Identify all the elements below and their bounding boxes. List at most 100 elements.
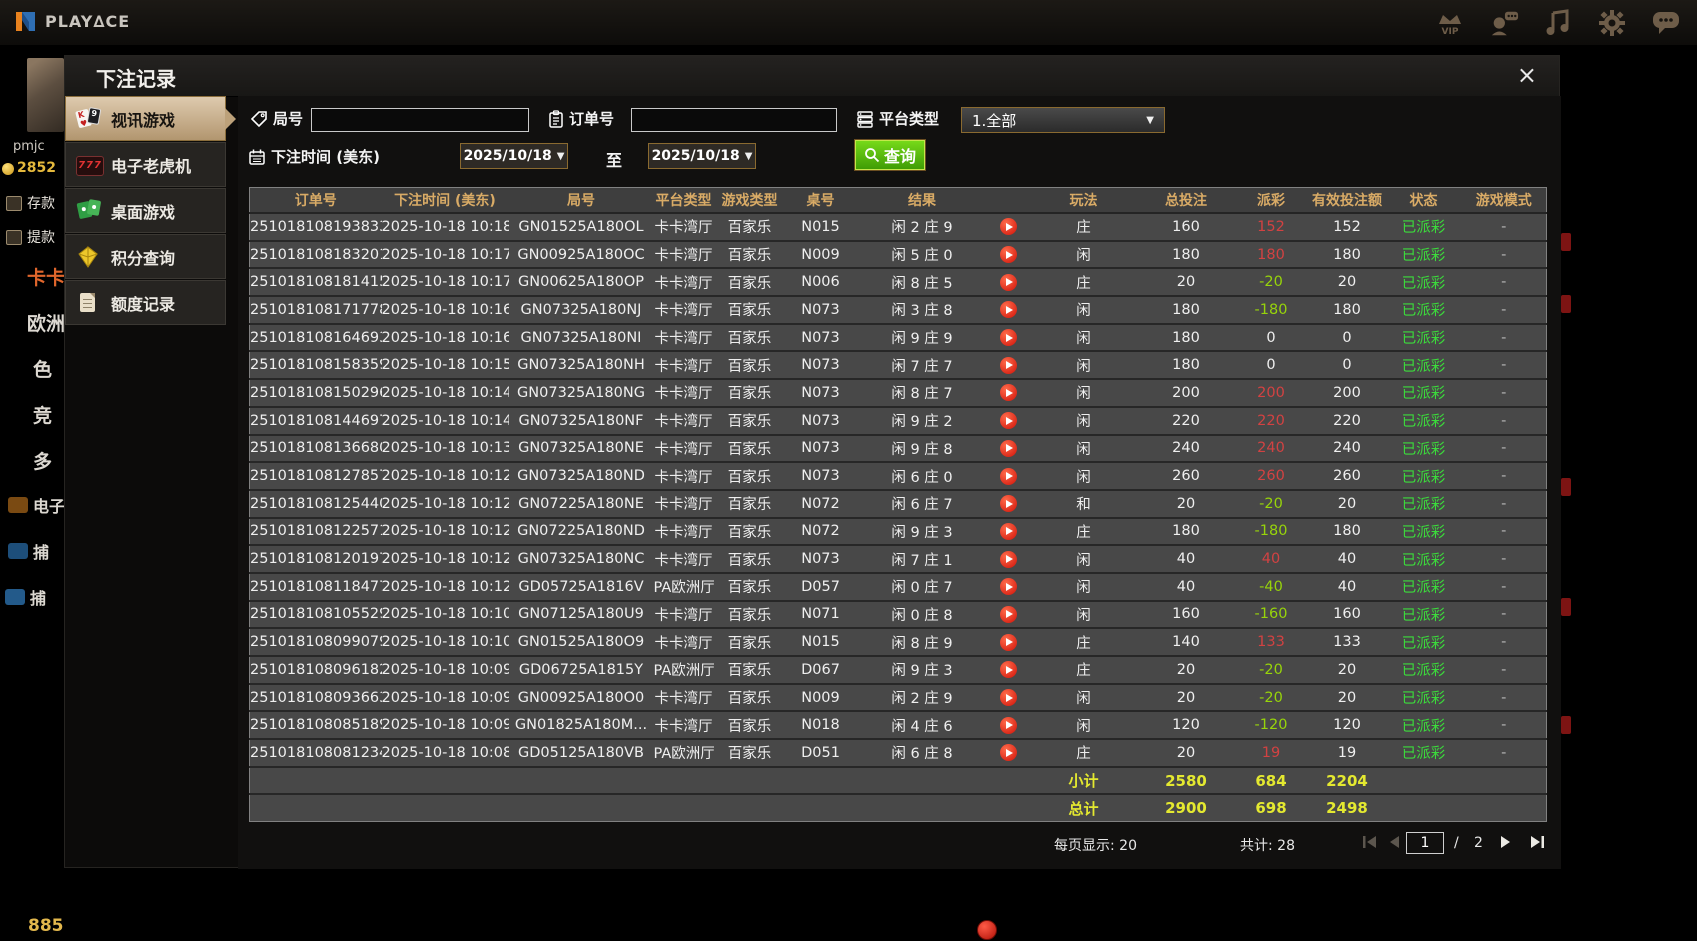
play-video-button[interactable] <box>1000 467 1017 485</box>
bet-table-row: 251018108193833 2025-10-18 10:18:32 GN01… <box>249 212 1547 241</box>
play-video-button[interactable] <box>1000 578 1017 596</box>
cell-table-number: N073 <box>785 295 856 324</box>
current-page-input[interactable]: 1 <box>1406 832 1444 854</box>
tab-slots[interactable]: 777 电子老虎机 <box>65 142 226 187</box>
category-se[interactable]: 色 <box>33 355 52 382</box>
messages-icon[interactable] <box>1651 7 1681 39</box>
calendar-icon <box>249 149 265 165</box>
cell-table-number: N073 <box>785 433 856 463</box>
cell-table-number: D051 <box>785 738 856 767</box>
date-from-picker[interactable]: 2025/10/18 ▼ <box>460 143 568 169</box>
category-kaka[interactable]: 卡卡 <box>27 263 64 290</box>
cell-table-number: N072 <box>785 516 856 546</box>
play-video-button[interactable] <box>1000 689 1017 707</box>
cell-valid-bet: 120 <box>1308 710 1386 740</box>
platform-filter-label-group: 平台类型 <box>856 108 939 129</box>
deposit-label: 存款 <box>27 196 55 212</box>
cell-game-type: 百家乐 <box>713 738 786 767</box>
play-icon <box>1006 222 1013 231</box>
category-jing[interactable]: 竞 <box>33 401 52 428</box>
next-page-icon[interactable] <box>1500 835 1512 849</box>
last-page-icon[interactable] <box>1530 835 1546 849</box>
close-icon[interactable]: × <box>1517 61 1537 89</box>
tab-points-query[interactable]: 积分查询 <box>65 234 226 279</box>
play-icon <box>1006 278 1013 287</box>
play-video-button[interactable] <box>1000 329 1017 347</box>
play-video-button[interactable] <box>1000 716 1017 734</box>
cell-platform: 卡卡湾厅 <box>653 461 714 490</box>
play-video-button[interactable] <box>1000 273 1017 291</box>
tab-table-games[interactable]: 桌面游戏 <box>65 188 226 233</box>
category-duo[interactable]: 多 <box>33 447 52 474</box>
cell-game-type: 百家乐 <box>713 378 786 407</box>
withdraw-icon <box>6 229 22 245</box>
play-video-button[interactable] <box>1000 495 1017 513</box>
category-fish-2[interactable]: 捕 <box>30 585 46 609</box>
order-number-input[interactable] <box>631 108 837 132</box>
cell-table-number: D067 <box>785 655 856 684</box>
play-video-button[interactable] <box>1000 301 1017 319</box>
cell-round-number: GN07225A180NE <box>508 488 654 518</box>
table-header-row: 订单号 下注时间 (美东) 局号 平台类型 游戏类型 桌号 结果 玩法 总投注 … <box>249 187 1547 214</box>
deposit-menu-item[interactable]: 存款 <box>6 193 55 213</box>
play-video-button[interactable] <box>1000 218 1017 236</box>
cell-order-number: 251018108127857 <box>249 461 382 490</box>
cell-result: 闲 9 庄 3 <box>855 655 989 684</box>
play-video-button[interactable] <box>1000 605 1017 623</box>
music-icon[interactable] <box>1543 7 1573 39</box>
cell-platform: 卡卡湾厅 <box>653 682 714 712</box>
header-replay <box>988 187 1029 214</box>
avatar[interactable] <box>27 58 64 132</box>
chevron-down-icon: ▼ <box>744 150 753 162</box>
play-video-button[interactable] <box>1000 412 1017 430</box>
play-video-button[interactable] <box>1000 356 1017 374</box>
category-fish-1[interactable]: 捕 <box>33 539 49 563</box>
document-icon <box>76 291 104 315</box>
first-page-icon[interactable] <box>1362 835 1378 849</box>
play-video-button[interactable] <box>1000 439 1017 457</box>
play-video-button[interactable] <box>1000 550 1017 568</box>
withdraw-menu-item[interactable]: 提款 <box>6 227 55 247</box>
cell-order-number: 251018108144697 <box>249 405 382 435</box>
round-label: 局号 <box>273 110 304 128</box>
play-video-button[interactable] <box>1000 384 1017 402</box>
play-video-button[interactable] <box>1000 522 1017 540</box>
cell-status: 已派彩 <box>1385 682 1462 712</box>
play-video-button[interactable] <box>1000 246 1017 264</box>
prev-page-icon[interactable] <box>1388 835 1400 849</box>
play-video-button[interactable] <box>1000 633 1017 651</box>
cell-status: 已派彩 <box>1385 267 1462 297</box>
live-video-chat-icon[interactable] <box>1489 7 1519 39</box>
platform-selected-value: 1.全部 <box>972 111 1017 130</box>
page-separator: / <box>1454 835 1459 851</box>
tab-quota-records[interactable]: 额度记录 <box>65 280 226 325</box>
platform-type-select[interactable]: 1.全部 ▼ <box>961 107 1165 133</box>
category-slots[interactable]: 电子 <box>33 493 64 517</box>
cell-bet-time: 2025-10-18 10:16:38 <box>381 295 509 324</box>
cell-valid-bet: 180 <box>1308 295 1386 324</box>
search-button[interactable]: 查询 <box>855 140 925 170</box>
play-video-button[interactable] <box>1000 661 1017 679</box>
chevron-down-icon: ▼ <box>1146 114 1154 126</box>
category-europe[interactable]: 欧洲 <box>27 309 64 336</box>
tab-video-games[interactable]: K ♥ 9 视讯游戏 <box>65 96 236 141</box>
play-video-button[interactable] <box>1000 744 1017 762</box>
cell-result: 闲 6 庄 0 <box>855 461 989 490</box>
cell-status: 已派彩 <box>1385 212 1462 241</box>
cell-round-number: GN01825A180M... <box>508 710 654 740</box>
vip-icon[interactable]: VIP <box>1435 7 1465 39</box>
cell-round-number: GD06725A1815Y <box>508 655 654 684</box>
cell-bet-type: 闲 <box>1028 682 1139 712</box>
round-number-input[interactable] <box>311 108 529 132</box>
tab-label: 桌面游戏 <box>111 202 176 222</box>
bet-table-row: 251018108122571 2025-10-18 10:12:22 GN07… <box>249 516 1547 546</box>
date-to-picker[interactable]: 2025/10/18 ▼ <box>648 143 756 169</box>
cell-platform: 卡卡湾厅 <box>653 350 714 380</box>
bet-table-row: 251018108096182 2025-10-18 10:09:59 GD06… <box>249 655 1547 684</box>
settings-gear-icon[interactable] <box>1597 7 1627 39</box>
cell-order-number: 251018108136680 <box>249 433 382 463</box>
tab-label: 额度记录 <box>111 294 176 314</box>
cell-game-type: 百家乐 <box>713 682 786 712</box>
cell-payout: 180 <box>1233 239 1309 269</box>
cell-status: 已派彩 <box>1385 710 1462 740</box>
